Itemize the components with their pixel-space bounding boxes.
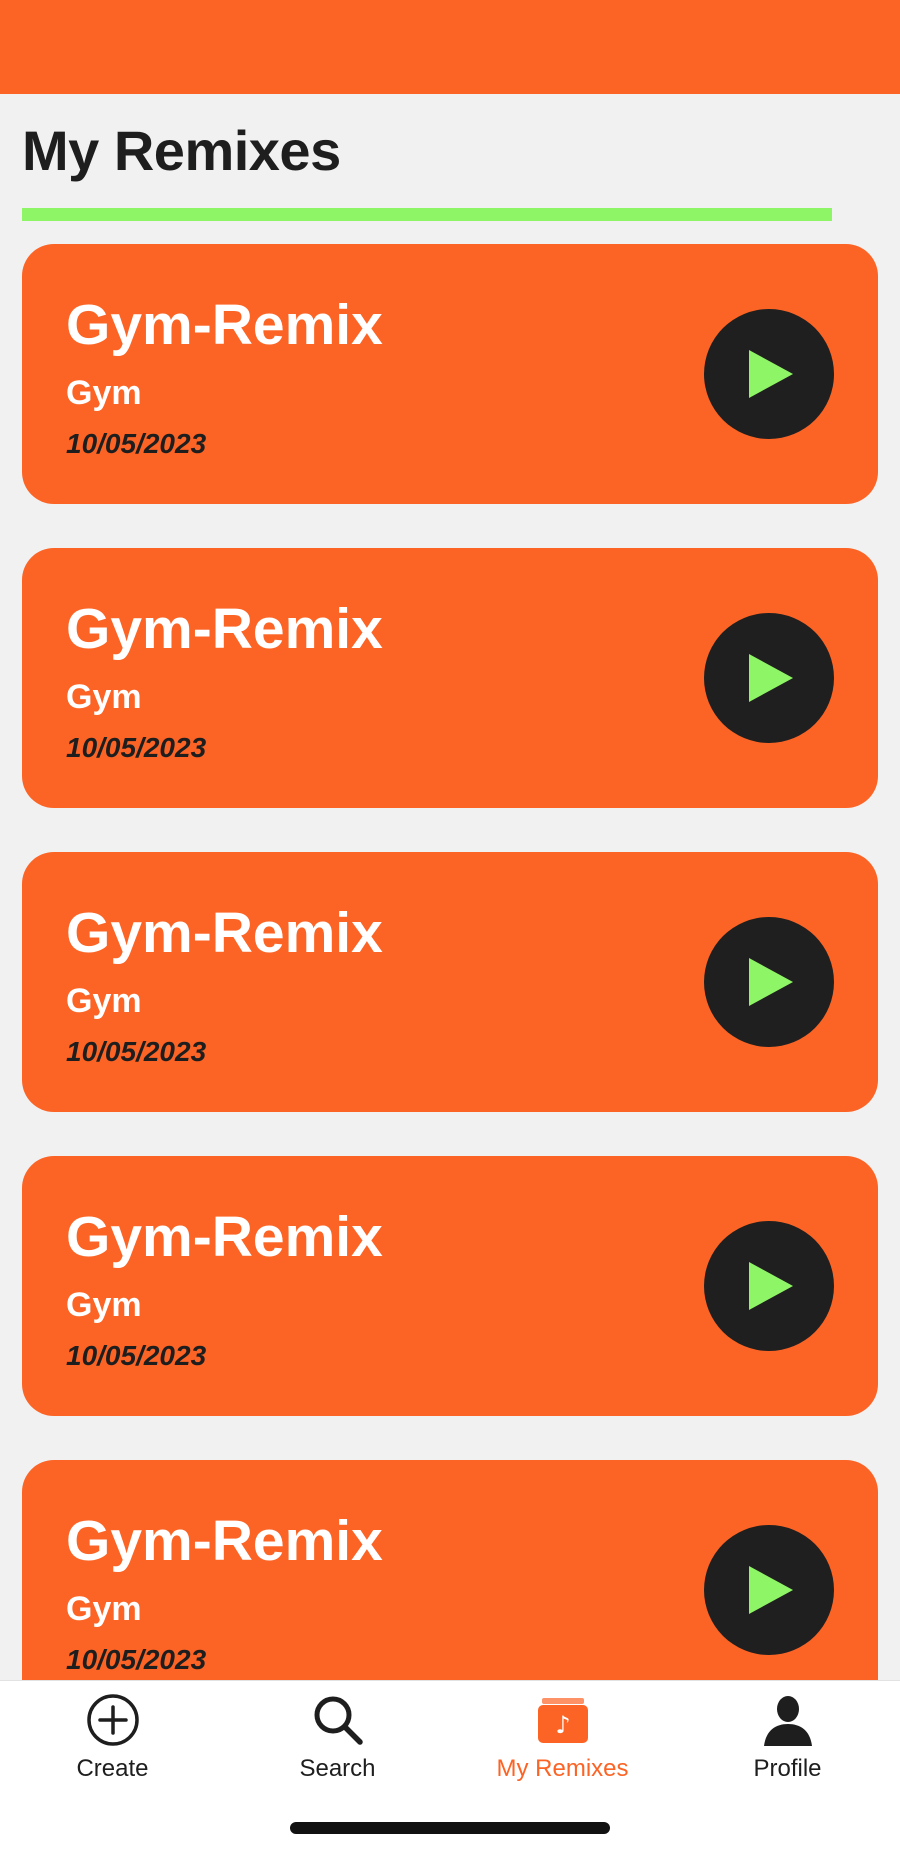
person-icon xyxy=(763,1696,812,1746)
remix-date: 10/05/2023 xyxy=(66,1036,207,1067)
remix-category: Gym xyxy=(66,1286,142,1324)
title-underline xyxy=(22,208,832,221)
tab-label: Profile xyxy=(753,1755,822,1782)
remix-title: Gym-Remix xyxy=(66,1205,383,1269)
remix-title: Gym-Remix xyxy=(66,597,383,661)
page-title: My Remixes xyxy=(22,119,341,182)
tab-create[interactable]: Create xyxy=(0,1681,225,1801)
play-button[interactable] xyxy=(704,613,834,743)
remix-date: 10/05/2023 xyxy=(66,732,207,763)
play-button[interactable] xyxy=(704,1221,834,1351)
tab-profile[interactable]: Profile xyxy=(675,1681,900,1801)
plus-circle-icon xyxy=(86,1694,139,1746)
remix-category: Gym xyxy=(66,1590,142,1628)
app-screen: My Remixes Gym-Remix Gym 10/05/2023 Gym-… xyxy=(0,0,900,1852)
remix-category: Gym xyxy=(66,374,142,412)
remix-category: Gym xyxy=(66,678,142,716)
play-icon xyxy=(749,958,793,1006)
play-icon xyxy=(749,1566,793,1614)
play-icon xyxy=(749,1262,793,1310)
play-icon xyxy=(749,350,793,398)
play-button[interactable] xyxy=(704,309,834,439)
tab-label: My Remixes xyxy=(496,1755,629,1782)
play-icon xyxy=(749,654,793,702)
remix-card[interactable]: Gym-Remix Gym 10/05/2023 xyxy=(22,852,878,1112)
tab-label: Create xyxy=(76,1755,149,1782)
play-button[interactable] xyxy=(704,1525,834,1655)
tab-search[interactable]: Search xyxy=(225,1681,450,1801)
home-indicator xyxy=(290,1822,610,1834)
remix-card[interactable]: Gym-Remix Gym 10/05/2023 xyxy=(22,1156,878,1416)
tab-label: Search xyxy=(299,1755,376,1782)
search-icon xyxy=(314,1696,363,1745)
remix-title: Gym-Remix xyxy=(66,901,383,965)
remix-card[interactable]: Gym-Remix Gym 10/05/2023 xyxy=(22,244,878,504)
remix-title: Gym-Remix xyxy=(66,1509,383,1573)
svg-text:♪: ♪ xyxy=(555,1711,570,1739)
tab-my-remixes[interactable]: ♪ My Remixes xyxy=(450,1681,675,1801)
play-button[interactable] xyxy=(704,917,834,1047)
remix-list[interactable]: My Remixes Gym-Remix Gym 10/05/2023 Gym-… xyxy=(0,0,900,1680)
remix-title: Gym-Remix xyxy=(66,293,383,357)
remix-date: 10/05/2023 xyxy=(66,1340,207,1371)
remix-category: Gym xyxy=(66,982,142,1020)
remix-card[interactable]: Gym-Remix Gym 10/05/2023 xyxy=(22,1460,878,1680)
remix-card[interactable]: Gym-Remix Gym 10/05/2023 xyxy=(22,548,878,808)
remix-date: 10/05/2023 xyxy=(66,428,207,459)
remix-date: 10/05/2023 xyxy=(66,1644,207,1675)
music-folder-icon: ♪ xyxy=(537,1698,588,1743)
